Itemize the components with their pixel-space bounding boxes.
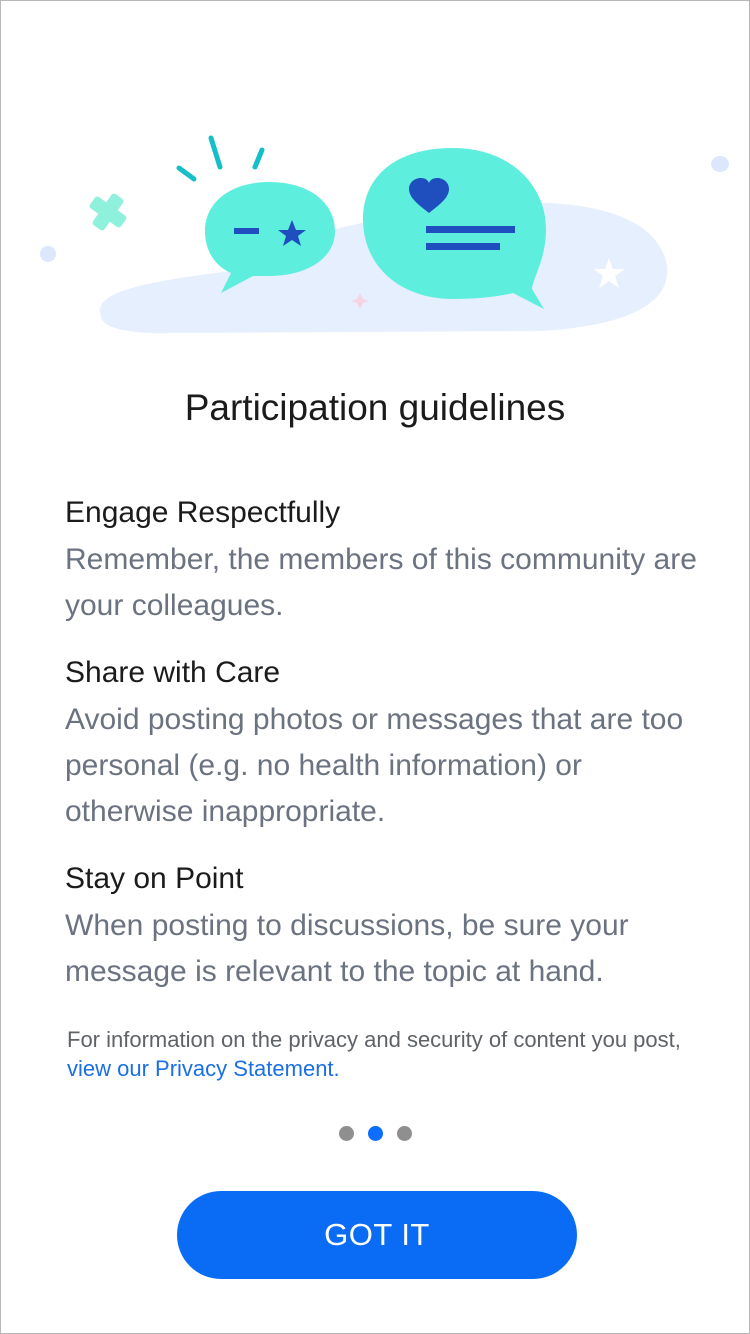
guideline-heading: Stay on Point xyxy=(65,862,244,895)
privacy-note: For information on the privacy and secur… xyxy=(67,1025,687,1083)
community-chat-illustration xyxy=(40,135,729,333)
privacy-text: For information on the privacy and secur… xyxy=(67,1027,681,1052)
guideline-body: Avoid posting photos or messages that ar… xyxy=(65,703,684,828)
guideline-body: Remember, the members of this community … xyxy=(65,543,697,622)
guideline-item: Engage Respectfully Remember, the member… xyxy=(65,493,705,629)
page-dot-2-active[interactable] xyxy=(367,1126,383,1141)
page-dot-3[interactable] xyxy=(396,1126,412,1141)
page-dot-1[interactable] xyxy=(338,1126,354,1141)
dot-decoration xyxy=(711,156,729,172)
guideline-item: Stay on Point When posting to discussion… xyxy=(65,859,705,995)
dot-decoration xyxy=(40,246,56,262)
guideline-body: When posting to discussions, be sure you… xyxy=(65,909,629,988)
privacy-statement-link[interactable]: view our Privacy Statement. xyxy=(67,1056,340,1081)
sparkle-icon xyxy=(89,193,127,231)
onboarding-screen: Participation guidelines Engage Respectf… xyxy=(0,0,750,1334)
page-indicator xyxy=(1,1126,749,1141)
guideline-heading: Share with Care xyxy=(65,656,281,689)
guidelines-list: Engage Respectfully Remember, the member… xyxy=(65,493,705,1019)
got-it-button[interactable]: GOT IT xyxy=(177,1191,577,1279)
page-title: Participation guidelines xyxy=(184,387,566,428)
ray-lines xyxy=(176,135,265,182)
guideline-item: Share with Care Avoid posting photos or … xyxy=(65,653,705,835)
guideline-heading: Engage Respectfully xyxy=(65,496,341,529)
